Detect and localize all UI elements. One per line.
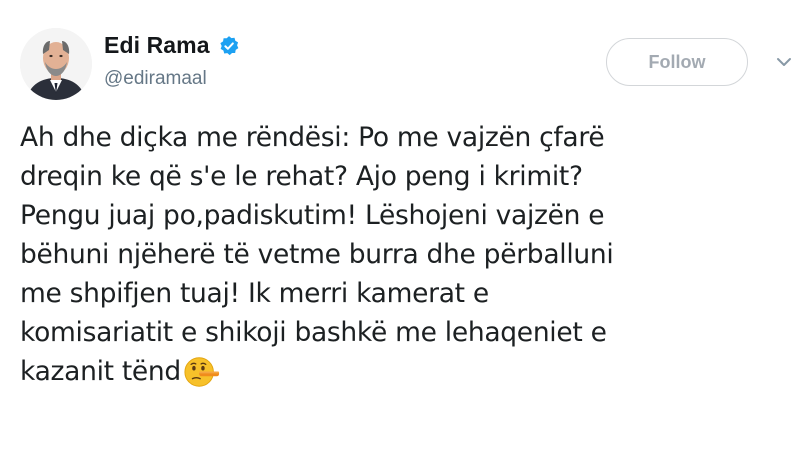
tweet-text: Ah dhe diçka me rëndësi: Po me vajzën çf… [20, 118, 790, 391]
tweet-line: Ah dhe diçka me rëndësi: Po me vajzën çf… [20, 122, 605, 153]
verified-badge-icon [220, 35, 238, 55]
chevron-down-icon[interactable] [776, 56, 792, 68]
user-name-row: Edi Rama [104, 32, 240, 59]
tweet-line-last: kazanit tënd [20, 352, 790, 391]
avatar[interactable] [20, 28, 92, 100]
lying-face-emoji-icon [184, 357, 220, 387]
tweet-line: me shpifjen tuaj! Ik merri kamerat e [20, 278, 489, 309]
tweet-line: bëhuni njëherë të vetme burra dhe përbal… [20, 239, 614, 270]
avatar-photo [20, 28, 92, 100]
display-name[interactable]: Edi Rama [104, 32, 210, 59]
tweet-line: komisariatit e shikoji bashkë me lehaqen… [20, 317, 607, 348]
tweet-line: Pengu juaj po,padiskutim! Lëshojeni vajz… [20, 200, 605, 231]
tweet-line: dreqin ke që s'e le rehat? Ajo peng i kr… [20, 161, 583, 192]
follow-button[interactable]: Follow [606, 38, 748, 86]
tweet-line-text: kazanit tënd [20, 356, 181, 387]
user-handle[interactable]: @ediramaal [104, 68, 207, 90]
